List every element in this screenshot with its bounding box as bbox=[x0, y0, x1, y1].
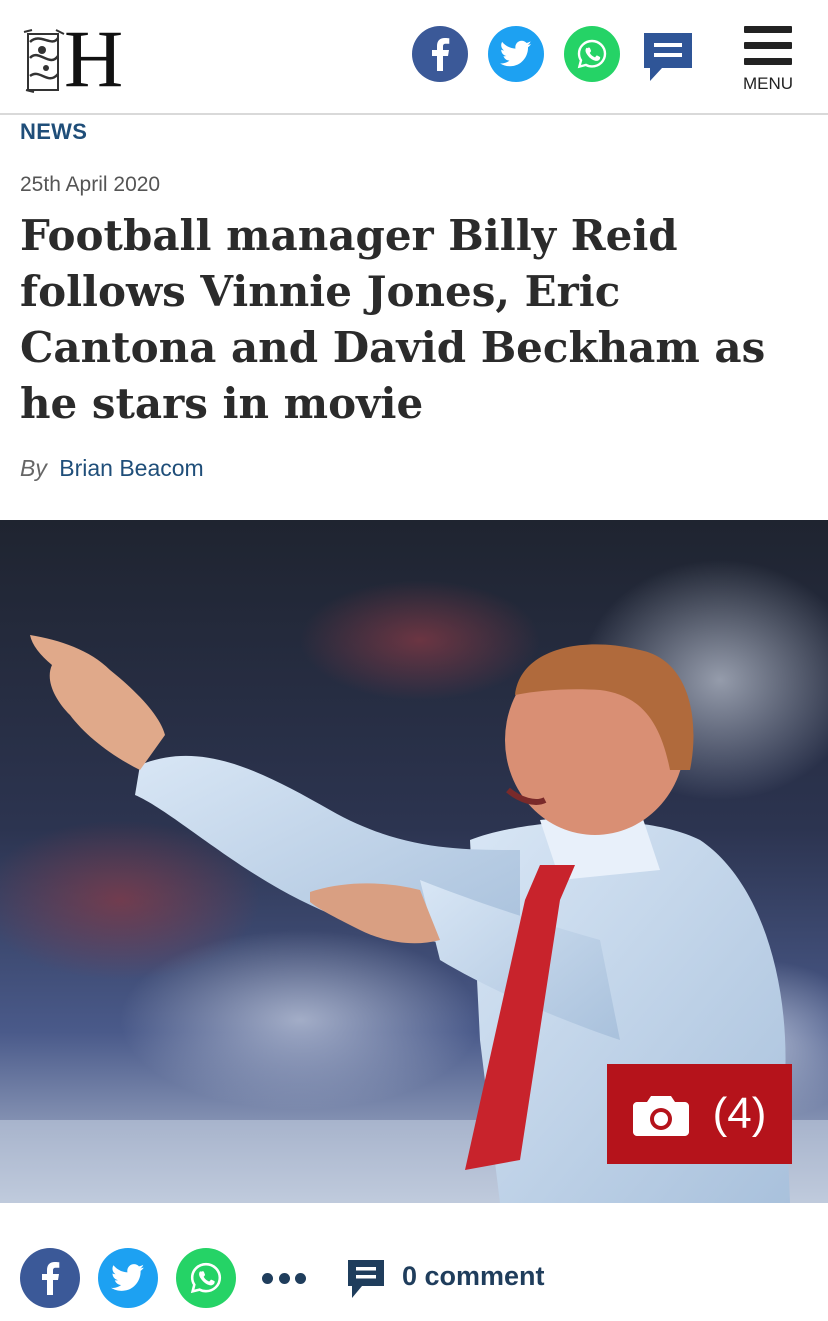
menu-label: MENU bbox=[742, 74, 794, 93]
footer-whatsapp-share-button[interactable] bbox=[176, 1248, 236, 1308]
comment-count-link[interactable]: 0 comment bbox=[402, 1261, 545, 1292]
menu-button[interactable]: MENU bbox=[738, 22, 798, 94]
comment-icon[interactable] bbox=[640, 30, 696, 84]
facebook-icon bbox=[432, 38, 450, 71]
comment-icon[interactable] bbox=[346, 1258, 386, 1302]
twitter-icon bbox=[111, 1264, 145, 1291]
twitter-icon bbox=[500, 40, 532, 67]
footer-facebook-share-button[interactable] bbox=[20, 1248, 80, 1308]
article-headline: Football manager Billy Reid follows Vinn… bbox=[20, 211, 766, 428]
whatsapp-icon bbox=[577, 39, 607, 69]
site-logo[interactable]: H bbox=[22, 18, 132, 100]
gallery-button[interactable]: (4) bbox=[607, 1064, 792, 1164]
section-link[interactable]: NEWS bbox=[20, 119, 87, 145]
byline: By Brian Beacom bbox=[20, 455, 204, 482]
byline-prefix: By bbox=[20, 455, 47, 481]
footer-twitter-share-button[interactable] bbox=[98, 1248, 158, 1308]
gallery-count: (4) bbox=[712, 1089, 767, 1138]
twitter-share-button[interactable] bbox=[488, 26, 544, 82]
publish-date: 25th April 2020 bbox=[20, 173, 161, 196]
site-header: H MENU bbox=[0, 0, 828, 115]
facebook-icon bbox=[42, 1262, 60, 1295]
more-dots-icon[interactable] bbox=[262, 1266, 306, 1290]
hero-image[interactable]: (4) bbox=[0, 520, 828, 1203]
whatsapp-share-button[interactable] bbox=[564, 26, 620, 82]
crest-icon bbox=[23, 29, 65, 93]
whatsapp-icon bbox=[190, 1262, 222, 1294]
author-link[interactable]: Brian Beacom bbox=[59, 455, 203, 481]
hamburger-icon bbox=[744, 26, 792, 33]
facebook-share-button[interactable] bbox=[412, 26, 468, 82]
camera-icon bbox=[632, 1096, 689, 1136]
logo-letter: H bbox=[64, 13, 124, 104]
